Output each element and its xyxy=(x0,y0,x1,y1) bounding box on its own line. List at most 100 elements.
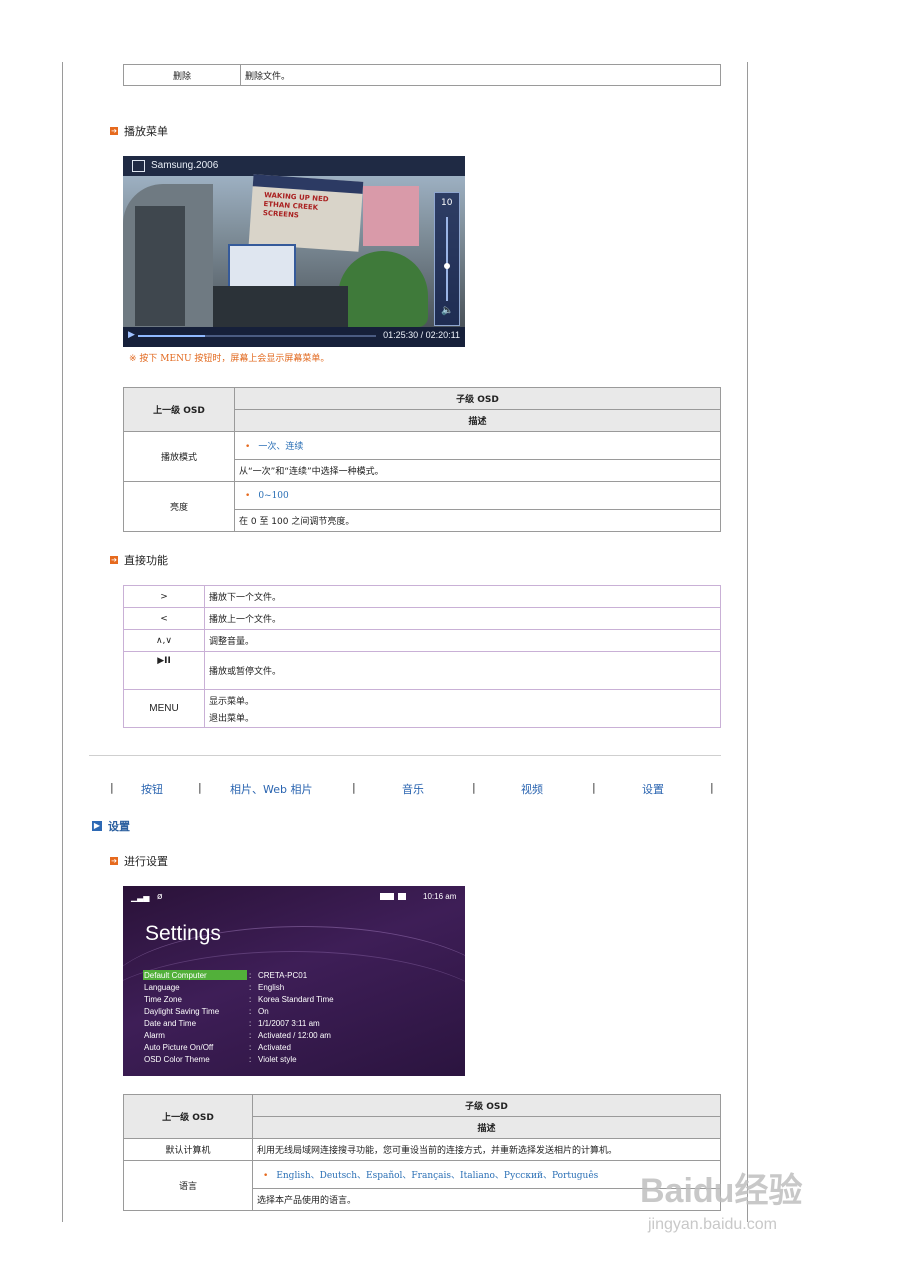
settings-row-colon: : xyxy=(249,1043,252,1052)
baidu-watermark: Baidu经验 jingyan.baidu.com xyxy=(640,1163,802,1234)
key-play-pause-desc: 播放或暂停文件。 xyxy=(204,651,721,690)
bullet-icon: • xyxy=(245,490,251,501)
settings-row-colon: : xyxy=(249,983,252,992)
language-name: 语言 xyxy=(123,1160,253,1211)
device-icon xyxy=(380,893,394,900)
watermark-line2: jingyan.baidu.com xyxy=(648,1216,777,1233)
menu-note: ※ 按下 MENU 按钮时，屏幕上会显示屏幕菜单。 xyxy=(129,351,329,364)
section-setup-title: 进行设置 xyxy=(124,855,168,868)
volume-value: 10 xyxy=(441,198,453,208)
settings-row-value[interactable]: On xyxy=(258,1007,269,1016)
settings-row-value[interactable]: Activated xyxy=(258,1043,291,1052)
default-computer-desc: 利用无线局域网连接搜寻功能，您可重设当前的连接方式，并重新选择发送相片的计算机。 xyxy=(252,1138,721,1161)
settings-row-label[interactable]: OSD Color Theme xyxy=(144,1055,210,1064)
settings-row-colon: : xyxy=(249,995,252,1004)
settings-row-colon: : xyxy=(249,1055,252,1064)
settings-row-value[interactable]: Violet style xyxy=(258,1055,297,1064)
video-frame: WAKING UP NED ETHAN CREEK SCREENS xyxy=(123,174,465,329)
settings-head-left: 上一级 OSD xyxy=(123,1094,253,1139)
settings-row-value[interactable]: 1/1/2007 3:11 am xyxy=(258,1019,320,1028)
nav-bar: | 按钮 | 相片、Web 相片 | 音乐 | 视频 | 设置 | xyxy=(100,781,720,799)
settings-row-value[interactable]: Korea Standard Time xyxy=(258,995,334,1004)
play-head-sub: 子级 OSD xyxy=(234,387,721,410)
settings-screenshot: ▁▃▅ ø 10:16 am Settings Default Computer… xyxy=(123,886,465,1076)
note-symbol: ※ xyxy=(129,354,137,364)
settings-row-label[interactable]: Alarm xyxy=(144,1031,165,1040)
speaker-icon: 🔈 xyxy=(441,305,454,316)
settings-osd-table: 上一级 OSD 子级 OSD 描述 默认计算机 利用无线局域网连接搜寻功能，您可… xyxy=(123,1094,721,1211)
watermark-line1: Baidu经验 xyxy=(640,1172,803,1210)
top-delete-table: 删除 删除文件。 xyxy=(123,64,721,86)
player-title: Samsung.2006 xyxy=(151,160,219,171)
play-head-left: 上一级 OSD xyxy=(123,387,235,432)
play-head-desc: 描述 xyxy=(234,409,721,432)
volume-knob[interactable] xyxy=(444,262,450,269)
settings-row-label[interactable]: Language xyxy=(144,983,180,992)
nav-link-photos[interactable]: 相片、Web 相片 xyxy=(230,781,312,797)
note-text: 按下 MENU 按钮时，屏幕上会显示屏幕菜单。 xyxy=(139,354,330,364)
orange-arrow-icon: ➔ xyxy=(110,857,118,865)
marquee-sign: WAKING UP NED ETHAN CREEK SCREENS xyxy=(248,174,364,252)
brightness-option: 0~100 xyxy=(258,490,289,501)
key-menu-desc2: 退出菜单。 xyxy=(209,713,255,724)
section-play-menu-title: 播放菜单 xyxy=(124,125,168,138)
play-mode-option-cell: • 一次、连续 xyxy=(234,431,721,460)
key-next-desc: 播放下一个文件。 xyxy=(204,585,721,608)
player-titlebar: Samsung.2006 xyxy=(123,156,465,176)
section-direct-title: 直接功能 xyxy=(124,554,168,567)
key-prev-desc: 播放上一个文件。 xyxy=(204,607,721,630)
settings-row-label[interactable]: Date and Time xyxy=(144,1019,196,1028)
settings-head-sub: 子级 OSD xyxy=(252,1094,721,1117)
nav-sep: | xyxy=(592,781,596,794)
direct-functions-table: > 播放下一个文件。 < 播放上一个文件。 ∧,∨ 调整音量。 ▶II 播放或暂… xyxy=(123,585,721,728)
blue-arrow-icon: ▶ xyxy=(92,821,102,831)
player-controlbar: ▶ 01:25:30 / 02:20:11 xyxy=(123,327,465,347)
play-osd-table: 上一级 OSD 子级 OSD 描述 播放模式 • 一次、连续 从“一次”和“连续”… xyxy=(123,387,721,532)
play-icon[interactable]: ▶ xyxy=(128,330,135,340)
nav-sep: | xyxy=(352,781,356,794)
nav-sep: | xyxy=(472,781,476,794)
orange-arrow-icon: ➔ xyxy=(110,127,118,135)
nav-link-buttons[interactable]: 按钮 xyxy=(141,781,163,797)
section-setup: ➔ 进行设置 xyxy=(110,853,168,869)
settings-title: Settings xyxy=(145,922,221,945)
settings-row-colon: : xyxy=(249,1031,252,1040)
nav-sep: | xyxy=(110,781,114,794)
settings-clock: 10:16 am xyxy=(423,892,457,901)
key-volume-desc: 调整音量。 xyxy=(204,629,721,652)
section-settings: ▶ 设置 xyxy=(92,818,130,834)
signal-icon: ▁▃▅ xyxy=(131,893,150,902)
volume-panel[interactable]: 10 🔈 xyxy=(434,192,460,326)
settings-row-value[interactable]: English xyxy=(258,983,284,992)
progress-fill xyxy=(138,335,205,337)
settings-row-value[interactable]: Activated / 12:00 am xyxy=(258,1031,331,1040)
settings-row-colon: : xyxy=(249,1007,252,1016)
nav-link-video[interactable]: 视频 xyxy=(521,781,543,797)
section-settings-title: 设置 xyxy=(108,820,130,833)
key-play-pause: ▶II xyxy=(123,651,205,690)
no-connection-icon: ø xyxy=(157,892,163,902)
key-menu-desc: 显示菜单。 xyxy=(209,696,255,707)
key-volume: ∧,∨ xyxy=(123,629,205,652)
nav-sep: | xyxy=(198,781,202,794)
section-play-menu: ➔ 播放菜单 xyxy=(110,123,168,139)
settings-row-label[interactable]: Auto Picture On/Off xyxy=(144,1043,213,1052)
progress-track[interactable] xyxy=(138,335,376,337)
nav-link-settings[interactable]: 设置 xyxy=(642,781,664,797)
nav-link-music[interactable]: 音乐 xyxy=(402,781,424,797)
settings-row-label[interactable]: Daylight Saving Time xyxy=(144,1007,219,1016)
play-mode-desc: 从“一次”和“连续”中选择一种模式。 xyxy=(234,459,721,482)
language-option: English、Deutsch、Español、Français、Italian… xyxy=(276,1171,599,1181)
settings-row-label[interactable]: Default Computer xyxy=(144,971,207,980)
key-menu: MENU xyxy=(123,689,205,728)
settings-row-label[interactable]: Time Zone xyxy=(144,995,182,1004)
brightness-option-cell: • 0~100 xyxy=(234,481,721,510)
default-computer-name: 默认计算机 xyxy=(123,1138,253,1161)
key-menu-desc-cell: 显示菜单。 退出菜单。 xyxy=(204,689,721,728)
volume-track[interactable] xyxy=(446,217,448,301)
settings-row-value[interactable]: CRETA-PC01 xyxy=(258,971,307,980)
key-next: > xyxy=(123,585,205,608)
bullet-icon: • xyxy=(245,442,251,452)
page-border-left xyxy=(62,62,63,1222)
settings-row-colon: : xyxy=(249,1019,252,1028)
